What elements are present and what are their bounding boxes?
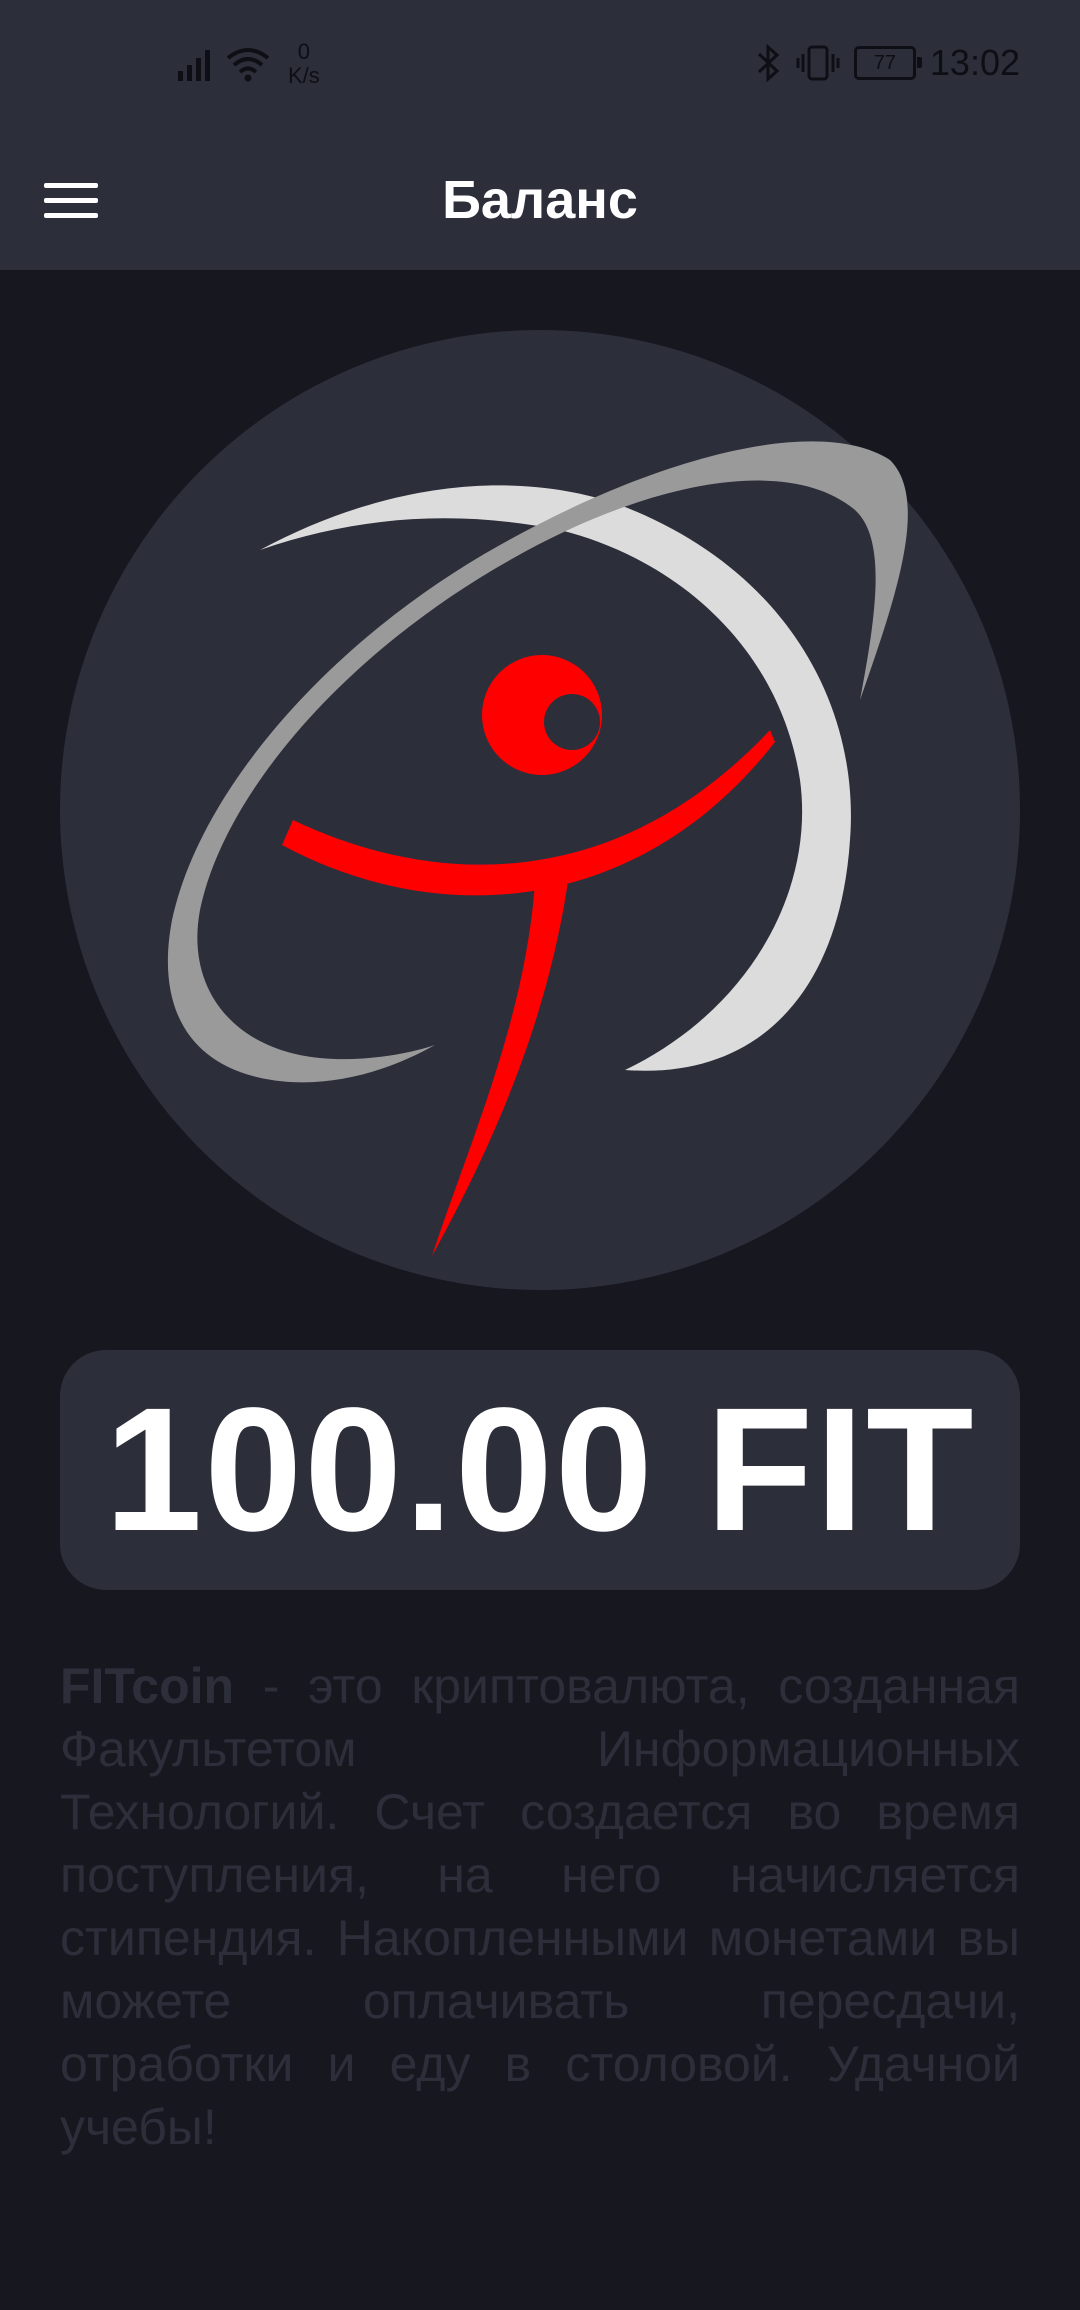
fitcoin-logo-svg — [60, 330, 1020, 1290]
vibrate-icon — [796, 45, 840, 81]
status-left: 0 K/s — [176, 34, 320, 94]
battery-level: 77 — [873, 51, 897, 74]
page-title: Баланс — [442, 170, 638, 230]
wifi-icon — [226, 48, 270, 82]
hamburger-menu-icon[interactable] — [44, 170, 110, 230]
fitcoin-logo — [60, 330, 1020, 1290]
description-text: FITcoin - это криптовалюта, созданная Фа… — [60, 1655, 1020, 2159]
menu-line — [44, 182, 98, 188]
logo-head-inner — [544, 694, 600, 750]
description-brand: FITcoin — [60, 1658, 235, 1714]
balance-amount: 100.00 FIT — [104, 1372, 976, 1568]
menu-line — [44, 197, 98, 203]
signal-icon — [178, 50, 210, 81]
status-right: 77 13:02 — [756, 36, 1020, 90]
clock: 13:02 — [929, 42, 1020, 83]
status-bar: 0 K/s 77 13:02 — [0, 0, 1080, 130]
network-speed-unit: K/s — [288, 63, 320, 88]
battery-icon: 77 — [853, 46, 922, 80]
menu-line — [44, 212, 98, 218]
app-bar: Баланс — [0, 130, 1080, 270]
balance-card: 100.00 FIT — [60, 1350, 1020, 1590]
description-body: - это криптовалюта, созданная Факультето… — [60, 1658, 1020, 2155]
network-speed-value: 0 — [297, 39, 311, 64]
network-speed: 0 K/s — [288, 40, 320, 88]
bluetooth-icon — [757, 44, 780, 82]
